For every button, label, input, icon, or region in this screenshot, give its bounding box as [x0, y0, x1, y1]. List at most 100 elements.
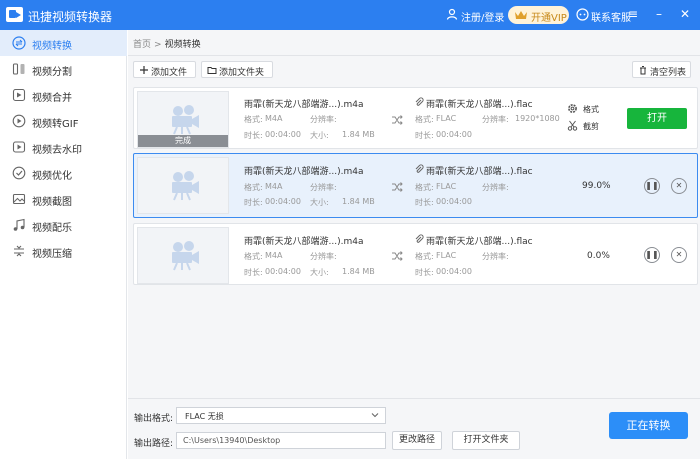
open-folder-button[interactable]: 打开文件夹: [452, 431, 520, 450]
vip-button[interactable]: 开通VIP: [508, 6, 569, 24]
pause-button[interactable]: ❚❚: [644, 247, 660, 263]
source-format: M4A: [265, 182, 283, 191]
source-size: 1.84 MB: [342, 267, 375, 276]
sidebar-item-label: 视频压缩: [32, 249, 72, 260]
music-icon: [13, 218, 25, 231]
source-format: M4A: [265, 114, 283, 123]
sidebar-item-compress[interactable]: 视频压缩: [0, 238, 127, 264]
crown-icon: [515, 11, 527, 19]
source-file-name: 雨霏(新天龙八部端游...).m4a: [244, 167, 364, 177]
duration-label: 时长:: [244, 198, 263, 207]
cancel-button[interactable]: ✕: [671, 178, 687, 194]
vip-label: 开通VIP: [531, 13, 567, 24]
progress-percent: 99.0%: [582, 181, 611, 191]
target-file-name: 雨霏(新天龙八部端...).flac: [426, 167, 533, 177]
divider: [128, 55, 700, 56]
resolution-label: 分辨率:: [482, 252, 509, 261]
format-label: 格式:: [244, 252, 263, 261]
title-bar: 迅捷视频转换器 注册/登录 开通VIP 联系客服 ≡ – ✕: [0, 0, 700, 30]
app-logo-icon: [6, 7, 23, 22]
chevron-down-icon: [371, 413, 379, 418]
user-icon[interactable]: [446, 8, 458, 20]
output-format-label: 输出格式:: [134, 414, 174, 424]
add-file-button[interactable]: 添加文件: [133, 61, 196, 78]
clear-list-label: 清空列表: [650, 68, 687, 78]
sidebar-item-watermark[interactable]: 视频去水印: [0, 134, 127, 160]
format-label: 格式:: [415, 183, 434, 192]
sidebar-item-split[interactable]: 视频分割: [0, 56, 127, 82]
breadcrumb-current: 视频转换: [164, 40, 201, 50]
watermark-icon: [12, 141, 26, 153]
breadcrumb: 首页 > 视频转换: [133, 37, 201, 50]
change-path-button[interactable]: 更改路径: [392, 431, 442, 450]
sidebar-item-music[interactable]: 视频配乐: [0, 212, 127, 238]
minimize-icon[interactable]: –: [652, 7, 666, 21]
headset-icon[interactable]: [576, 8, 589, 21]
settings-icon[interactable]: [567, 103, 578, 114]
source-duration: 00:04:00: [265, 197, 301, 206]
compress-icon: [14, 245, 24, 257]
cut-option-label[interactable]: 截剪: [583, 121, 599, 132]
scissors-icon[interactable]: [567, 120, 578, 131]
target-duration: 00:04:00: [436, 267, 472, 276]
plus-icon: [140, 66, 148, 74]
sidebar-item-label: 视频转GIF: [32, 119, 79, 130]
pause-button[interactable]: ❚❚: [644, 178, 660, 194]
paperclip-icon: [415, 97, 424, 106]
login-link[interactable]: 注册/登录: [461, 9, 504, 24]
video-camera-icon: [172, 241, 199, 271]
duration-label: 时长:: [415, 131, 434, 140]
sidebar-item-optimize[interactable]: 视频优化: [0, 160, 127, 186]
output-settings-bar: 输出格式: FLAC 无损 输出路径: C:\Users\13940\Deskt…: [128, 398, 700, 459]
sidebar-item-label: 视频配乐: [32, 223, 72, 234]
sidebar-item-convert[interactable]: 视频转换: [0, 30, 127, 56]
resolution-label: 分辨率:: [482, 115, 509, 124]
duration-label: 时长:: [244, 268, 263, 277]
support-link[interactable]: 联系客服: [591, 9, 631, 24]
open-button[interactable]: 打开: [627, 108, 687, 129]
screenshot-icon: [12, 193, 26, 205]
source-file-name: 雨霏(新天龙八部端游...).m4a: [244, 100, 364, 110]
sidebar-item-screenshot[interactable]: 视频截图: [0, 186, 127, 212]
convert-icon: [12, 36, 26, 50]
clear-list-button[interactable]: 清空列表: [632, 61, 691, 78]
file-item[interactable]: 雨霏(新天龙八部端游...).m4a 格式: M4A 分辨率: 时长: 00:0…: [133, 153, 698, 218]
resolution-label: 分辨率:: [310, 115, 337, 124]
progress-percent: 0.0%: [587, 251, 610, 261]
size-label: 大小:: [310, 198, 329, 207]
target-resolution: 1920*1080: [515, 114, 560, 123]
add-folder-label: 添加文件夹: [219, 68, 265, 78]
split-icon: [12, 63, 25, 75]
target-format: FLAC: [436, 182, 457, 191]
status-badge: 完成: [138, 135, 228, 147]
cancel-button[interactable]: ✕: [671, 247, 687, 263]
format-label: 格式:: [415, 252, 434, 261]
convert-button[interactable]: 正在转换: [609, 412, 688, 439]
file-item[interactable]: 完成 雨霏(新天龙八部端游...).m4a 格式: M4A 分辨率: 时长: 0…: [133, 87, 698, 149]
shuffle-arrow-icon: [392, 115, 403, 125]
close-icon[interactable]: ✕: [678, 7, 692, 21]
sidebar-item-label: 视频转换: [32, 41, 72, 52]
video-thumbnail: [137, 227, 229, 284]
add-file-label: 添加文件: [151, 68, 188, 78]
source-duration: 00:04:00: [265, 130, 301, 139]
gif-icon: [12, 114, 26, 128]
add-folder-button[interactable]: 添加文件夹: [201, 61, 273, 78]
menu-icon[interactable]: ≡: [626, 7, 640, 21]
file-item[interactable]: 雨霏(新天龙八部端游...).m4a 格式: M4A 分辨率: 时长: 00:0…: [133, 223, 698, 285]
format-label: 格式:: [244, 183, 263, 192]
resolution-label: 分辨率:: [310, 183, 337, 192]
sidebar-item-label: 视频分割: [32, 67, 72, 78]
sidebar-item-gif[interactable]: 视频转GIF: [0, 108, 127, 134]
paperclip-icon: [415, 164, 424, 173]
breadcrumb-separator: >: [154, 40, 162, 50]
format-option-label[interactable]: 格式: [583, 104, 599, 115]
shuffle-arrow-icon: [392, 182, 403, 192]
breadcrumb-home[interactable]: 首页: [133, 40, 151, 50]
output-format-select[interactable]: FLAC 无损: [176, 407, 386, 424]
video-camera-icon: [172, 171, 199, 201]
app-title: 迅捷视频转换器: [28, 10, 113, 24]
source-format: M4A: [265, 251, 283, 260]
output-path-field[interactable]: C:\Users\13940\Desktop: [176, 432, 386, 449]
sidebar-item-merge[interactable]: 视频合并: [0, 82, 127, 108]
